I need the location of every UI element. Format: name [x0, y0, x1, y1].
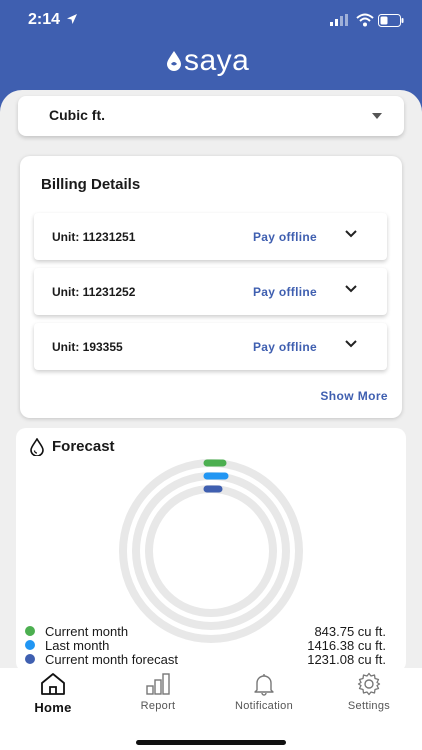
chevron-down-icon[interactable] [344, 339, 358, 349]
tab-notification-label: Notification [234, 700, 293, 712]
legend-label: Current month [45, 624, 129, 639]
forecast-ring-chart [119, 459, 303, 643]
legend-item: Current month 843.75 cu ft. [16, 624, 406, 639]
billing-title: Billing Details [41, 176, 141, 193]
unit-dropdown[interactable]: Cubic ft. [18, 96, 404, 136]
pay-offline-link[interactable]: Pay offline [253, 230, 317, 244]
forecast-title: Forecast [52, 438, 115, 455]
home-icon [41, 673, 65, 695]
unit-dropdown-value: Cubic ft. [49, 107, 105, 123]
tab-home-label: Home [34, 700, 72, 715]
billing-row[interactable]: Unit: 11231252 Pay offline [34, 268, 387, 315]
legend-value: 1416.38 cu ft. [307, 638, 386, 653]
billing-unit-label: Unit: 193355 [52, 340, 123, 354]
bell-icon [254, 674, 274, 696]
location-arrow-icon [67, 14, 77, 24]
main-content: Cubic ft. Billing Details Unit: 11231251… [0, 90, 422, 672]
brand-name: saya [184, 44, 250, 77]
legend-label: Last month [45, 638, 110, 653]
brand-logo: saya [166, 44, 249, 78]
bar-chart-icon [146, 673, 170, 695]
legend-value: 1231.08 cu ft. [307, 652, 386, 667]
billing-unit-label: Unit: 11231251 [52, 230, 136, 244]
bottom-tab-bar: Home Report Notification Settings [0, 668, 422, 750]
legend-value: 843.75 cu ft. [314, 624, 386, 639]
legend-dot-blue [25, 640, 35, 650]
tab-settings[interactable]: Settings [327, 672, 411, 722]
legend-label: Current month forecast [45, 652, 178, 667]
billing-row[interactable]: Unit: 193355 Pay offline [34, 323, 387, 370]
chevron-down-icon[interactable] [344, 229, 358, 239]
billing-unit-label: Unit: 11231252 [52, 285, 136, 299]
pay-offline-link[interactable]: Pay offline [253, 340, 317, 354]
legend-dot-indigo [25, 654, 35, 664]
caret-down-icon [372, 113, 382, 119]
legend-item: Current month forecast 1231.08 cu ft. [16, 652, 406, 667]
chevron-down-icon[interactable] [344, 284, 358, 294]
cellular-signal-icon [330, 14, 348, 26]
tab-notification[interactable]: Notification [222, 672, 306, 722]
gear-icon [357, 672, 381, 696]
legend-item: Last month 1416.38 cu ft. [16, 638, 406, 653]
water-drop-icon [30, 438, 44, 456]
pay-offline-link[interactable]: Pay offline [253, 285, 317, 299]
forecast-card: Forecast Current month 843.75 cu ft. Las… [16, 428, 406, 672]
status-time: 2:14 [28, 11, 61, 28]
battery-icon [378, 14, 404, 27]
legend-dot-green [25, 626, 35, 636]
tab-home[interactable]: Home [11, 672, 95, 722]
tab-report-label: Report [140, 700, 176, 712]
water-drop-logo-icon [167, 51, 181, 71]
status-bar: 2:14 [0, 10, 422, 32]
show-more-link[interactable]: Show More [320, 389, 388, 403]
tab-report[interactable]: Report [116, 672, 200, 722]
billing-row[interactable]: Unit: 11231251 Pay offline [34, 213, 387, 260]
wifi-icon [356, 13, 374, 27]
billing-details-card: Billing Details Unit: 11231251 Pay offli… [20, 156, 402, 418]
home-indicator [136, 740, 286, 745]
tab-settings-label: Settings [347, 700, 391, 712]
